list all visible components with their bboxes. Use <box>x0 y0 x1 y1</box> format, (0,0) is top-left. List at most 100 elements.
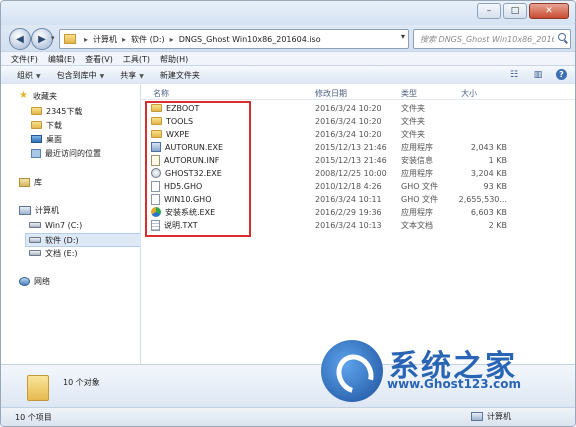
folder-icon <box>64 34 76 44</box>
file-name-cell: TOOLS <box>151 115 193 127</box>
table-row[interactable]: HD5.GHO 2010/12/18 4:26 GHO 文件 93 KB <box>141 180 575 192</box>
table-row[interactable]: WXPE 2016/3/24 10:20 文件夹 <box>141 128 575 140</box>
sidebar-item-drive-c[interactable]: Win7 (C:) <box>29 219 82 231</box>
computer-icon <box>471 412 483 421</box>
menu-view[interactable]: 查看(V) <box>85 54 113 65</box>
close-button[interactable]: ✕ <box>529 3 569 19</box>
search-icon[interactable] <box>558 33 566 41</box>
breadcrumb-separator-icon[interactable]: ▸ <box>170 35 174 44</box>
include-in-library-button[interactable]: 包含到库中 ▼ <box>57 70 105 81</box>
txt-icon <box>151 219 160 231</box>
sidebar-item-label: 计算机 <box>35 205 59 215</box>
search-input[interactable]: 搜索 DNGS_Ghost Win10x86_2016... <box>420 34 554 45</box>
sidebar-item-network[interactable]: 网络 <box>19 275 50 287</box>
help-icon[interactable]: ? <box>556 69 567 80</box>
file-icon <box>151 180 160 192</box>
breadcrumb-drive-d[interactable]: 软件 (D:) <box>131 34 165 45</box>
file-size <box>441 128 507 140</box>
table-row[interactable]: AUTORUN.INF 2015/12/13 21:46 安装信息 1 KB <box>141 154 575 166</box>
maximize-button[interactable]: □ <box>503 3 527 19</box>
table-row[interactable]: WIN10.GHO 2016/3/24 10:11 GHO 文件 2,655,530.… <box>141 193 575 205</box>
file-type: GHO 文件 <box>401 181 439 191</box>
sidebar-item-favorites[interactable]: ★ 收藏夹 <box>19 90 57 102</box>
file-size: 6,603 KB <box>470 207 507 217</box>
library-icon <box>19 177 30 187</box>
logo-icon <box>321 340 383 402</box>
file-name: AUTORUN.INF <box>164 155 220 165</box>
file-name-cell: WXPE <box>151 128 189 140</box>
column-header-type[interactable]: 类型 <box>401 88 417 99</box>
status-location-label: 计算机 <box>487 412 511 421</box>
table-row[interactable]: EZBOOT 2016/3/24 10:20 文件夹 <box>141 102 575 114</box>
sidebar-item-computer[interactable]: 计算机 <box>19 204 59 216</box>
chevron-down-icon: ▼ <box>36 72 41 80</box>
breadcrumb-separator-icon[interactable]: ▸ <box>122 35 126 44</box>
table-row[interactable]: GHOST32.EXE 2008/12/25 10:00 应用程序 3,204 KB <box>141 167 575 179</box>
share-label: 共享 <box>120 70 137 80</box>
view-options-icon[interactable]: ☷ <box>508 69 520 80</box>
sidebar-item-2345-downloads[interactable]: 2345下载 <box>31 105 82 117</box>
column-header-size[interactable]: 大小 <box>461 88 477 99</box>
file-date: 2008/12/25 10:00 <box>315 168 387 178</box>
file-size: 2,655,530... <box>458 194 507 204</box>
file-date: 2016/3/24 10:20 <box>315 116 382 126</box>
address-dropdown-icon[interactable]: ▾ <box>401 32 405 41</box>
file-type: 应用程序 <box>401 168 433 178</box>
table-row[interactable]: AUTORUN.EXE 2015/12/13 21:46 应用程序 2,043 KB <box>141 141 575 153</box>
organize-button[interactable]: 组织 ▼ <box>17 70 41 81</box>
file-size: 93 KB <box>483 181 507 191</box>
status-location: 计算机 <box>471 411 511 422</box>
menu-edit[interactable]: 编辑(E) <box>48 54 75 65</box>
forward-button[interactable]: ▶ <box>31 28 53 50</box>
table-row[interactable]: TOOLS 2016/3/24 10:20 文件夹 <box>141 115 575 127</box>
chevron-down-icon: ▼ <box>139 72 144 80</box>
file-name: WXPE <box>166 129 190 139</box>
watermark-url: www.Ghost123.com <box>387 377 522 391</box>
preview-pane-icon[interactable]: ▥ <box>532 69 544 80</box>
column-header-name[interactable]: 名称 <box>153 88 169 99</box>
sidebar-item-label: 收藏夹 <box>33 91 57 101</box>
file-type: 文件夹 <box>401 129 425 139</box>
chevron-down-icon: ▼ <box>99 72 105 80</box>
title-bar[interactable]: – □ ✕ <box>1 1 575 25</box>
menu-file[interactable]: 文件(F) <box>11 54 38 65</box>
file-name: EZBOOT <box>166 103 200 113</box>
file-type: GHO 文件 <box>401 194 439 204</box>
menu-bar: 文件(F) 编辑(E) 查看(V) 工具(T) 帮助(H) <box>1 51 575 66</box>
sidebar-item-label: 最近访问的位置 <box>45 148 101 158</box>
table-row[interactable]: 安装系统.EXE 2016/2/29 19:36 应用程序 6,603 KB <box>141 206 575 218</box>
sidebar-item-desktop[interactable]: 桌面 <box>31 133 62 145</box>
sidebar-item-libraries[interactable]: 库 <box>19 176 42 188</box>
back-button[interactable]: ◀ <box>9 28 31 50</box>
minimize-button[interactable]: – <box>477 3 501 19</box>
file-name-cell: HD5.GHO <box>151 180 202 192</box>
new-folder-button[interactable]: 新建文件夹 <box>160 70 200 81</box>
drive-icon <box>29 222 41 228</box>
breadcrumb-computer[interactable]: 计算机 <box>93 34 117 45</box>
search-box[interactable]: 搜索 DNGS_Ghost Win10x86_2016... <box>413 29 571 49</box>
file-date: 2016/3/24 10:20 <box>315 103 382 113</box>
details-pane: 10 个对象 系统之家 www.Ghost123.com <box>1 340 575 407</box>
file-date: 2015/12/13 21:46 <box>315 142 387 152</box>
recent-pages-dropdown-icon[interactable]: ▾ <box>51 34 55 42</box>
sidebar-item-downloads[interactable]: 下载 <box>31 119 62 131</box>
file-name-cell: 安装系统.EXE <box>151 206 215 218</box>
breadcrumb-separator-icon[interactable]: ▸ <box>84 35 88 44</box>
toolbar-right-group: ☷ ▥ ? <box>508 69 567 80</box>
menu-help[interactable]: 帮助(H) <box>160 54 188 65</box>
file-name-cell: AUTORUN.EXE <box>151 141 223 153</box>
sidebar-item-label: 桌面 <box>46 134 62 144</box>
file-size: 2 KB <box>488 220 507 230</box>
table-row[interactable]: 说明.TXT 2016/3/24 10:13 文本文档 2 KB <box>141 219 575 231</box>
breadcrumb-iso[interactable]: DNGS_Ghost Win10x86_201604.iso <box>179 35 321 44</box>
address-bar[interactable]: ▸ 计算机 ▸ 软件 (D:) ▸ DNGS_Ghost Win10x86_20… <box>59 29 409 49</box>
ghost-icon <box>151 168 161 178</box>
sidebar-item-drive-d[interactable]: 软件 (D:) <box>25 233 142 247</box>
file-name: 说明.TXT <box>164 220 198 230</box>
sidebar-item-recent-places[interactable]: 最近访问的位置 <box>31 147 101 159</box>
share-button[interactable]: 共享 ▼ <box>120 70 144 81</box>
column-header-date[interactable]: 修改日期 <box>315 88 347 99</box>
menu-tools[interactable]: 工具(T) <box>123 54 150 65</box>
file-type: 安装信息 <box>401 155 433 165</box>
sidebar-item-drive-e[interactable]: 文档 (E:) <box>29 247 78 259</box>
